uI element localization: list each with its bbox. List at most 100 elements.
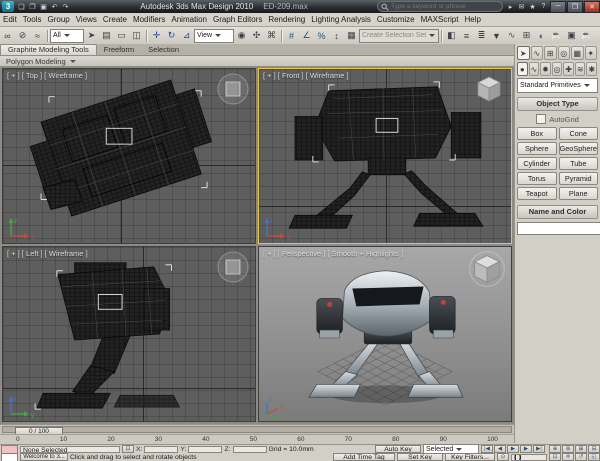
viewport-front[interactable]: xz [ + ] [ Front ] [ Wireframe ] <box>258 68 512 244</box>
window-crossing-icon[interactable]: ◫ <box>129 29 144 43</box>
time-slider-track[interactable]: 0 / 100 <box>2 426 512 433</box>
selection-lock-icon[interactable]: ⊡ <box>122 445 134 453</box>
unlink-selection-icon[interactable]: ⊘ <box>15 29 30 43</box>
viewport-label[interactable]: [ + ] [ Perspective ] [ Smooth + Highlig… <box>263 249 403 258</box>
geometry-category-icon[interactable]: ● <box>517 62 528 76</box>
viewcube[interactable] <box>468 250 506 288</box>
menu-item[interactable]: Help <box>461 13 483 26</box>
play-animation-icon[interactable]: ▶ <box>507 445 519 453</box>
new-scene-icon[interactable]: ❏ <box>16 1 27 12</box>
next-frame-icon[interactable]: ▶ <box>520 445 532 453</box>
restore-button[interactable]: ❐ <box>567 1 583 13</box>
ribbon-panel-strip[interactable]: Polygon Modeling <box>0 56 514 66</box>
primitive-button[interactable]: Teapot <box>517 187 557 200</box>
zoom-region-icon[interactable]: ⊡ <box>549 453 561 461</box>
keyboard-override-icon[interactable]: ⌘ <box>264 29 279 43</box>
primitive-button[interactable]: Cylinder <box>517 157 557 170</box>
render-production-icon[interactable]: ☕ <box>579 29 594 43</box>
auto-key-button[interactable]: Auto Key <box>375 445 421 453</box>
zoom-icon[interactable]: ⊕ <box>549 445 561 453</box>
menu-item[interactable]: Views <box>73 13 100 26</box>
add-time-tag-button[interactable]: Add Time Tag <box>333 453 395 461</box>
space-warps-category-icon[interactable]: ≋ <box>575 62 586 76</box>
menu-item[interactable]: Group <box>44 13 72 26</box>
maximize-viewport-toggle-icon[interactable]: ◱ <box>588 453 600 461</box>
curve-editor-icon[interactable]: ∿ <box>504 29 519 43</box>
viewcube[interactable] <box>472 72 506 106</box>
communication-center-icon[interactable]: ✉ <box>516 1 527 12</box>
menu-item[interactable]: Lighting Analysis <box>308 13 374 26</box>
create-tab-icon[interactable]: ➤ <box>517 46 530 60</box>
zoom-all-icon[interactable]: ⊛ <box>562 445 574 453</box>
undo-icon[interactable]: ↶ <box>49 1 60 12</box>
systems-category-icon[interactable]: ✱ <box>586 62 597 76</box>
menu-item[interactable]: Graph Editors <box>210 13 265 26</box>
menu-item[interactable]: MAXScript <box>418 13 462 26</box>
align-icon[interactable]: ≡ <box>459 29 474 43</box>
menu-item[interactable]: Rendering <box>265 13 308 26</box>
current-frame-field[interactable] <box>511 454 547 461</box>
viewcube[interactable] <box>216 250 250 284</box>
save-file-icon[interactable]: ▣ <box>38 1 49 12</box>
lights-category-icon[interactable]: ✹ <box>540 62 551 76</box>
select-object-icon[interactable]: ➤ <box>84 29 99 43</box>
open-file-icon[interactable]: ❐ <box>27 1 38 12</box>
ribbon-tab[interactable]: Freeform <box>97 45 141 55</box>
graphite-ribbon-toggle-icon[interactable]: ▼ <box>489 29 504 43</box>
key-mode-toggle-icon[interactable]: ⊙ <box>497 453 509 461</box>
autogrid-checkbox[interactable] <box>536 114 546 124</box>
search-input[interactable] <box>389 2 499 11</box>
select-and-move-icon[interactable]: ✛ <box>149 29 164 43</box>
x-coordinate-field[interactable] <box>144 446 178 453</box>
track-bar[interactable]: 0102030405060708090100 <box>0 434 514 444</box>
viewport-label[interactable]: [ + ] [ Left ] [ Wireframe ] <box>7 249 88 258</box>
z-coordinate-field[interactable] <box>233 446 267 453</box>
menu-item[interactable]: Create <box>100 13 130 26</box>
reference-coordinate-dropdown[interactable]: View <box>194 29 234 43</box>
ribbon-tab[interactable]: Graphite Modeling Tools <box>0 44 97 55</box>
select-and-link-icon[interactable]: ∞ <box>0 29 15 43</box>
viewport-top[interactable]: xy [ + ] [ Top ] [ Wireframe ] <box>2 68 256 244</box>
viewport-label[interactable]: [ + ] [ Top ] [ Wireframe ] <box>7 71 87 80</box>
selection-filter-dropdown[interactable]: All <box>50 29 84 43</box>
layer-manager-icon[interactable]: ≣ <box>474 29 489 43</box>
primitive-button[interactable]: Cone <box>559 127 599 140</box>
pan-icon[interactable]: ✛ <box>562 453 574 461</box>
mirror-icon[interactable]: ◧ <box>444 29 459 43</box>
polygon-modeling-panel-label[interactable]: Polygon Modeling <box>6 57 66 66</box>
primitive-button[interactable]: Tube <box>559 157 599 170</box>
select-and-manipulate-icon[interactable]: ✣ <box>249 29 264 43</box>
select-and-scale-icon[interactable]: ⊿ <box>179 29 194 43</box>
primitive-button[interactable]: GeoSphere <box>559 142 599 155</box>
modify-tab-icon[interactable]: ∿ <box>531 46 544 60</box>
select-and-rotate-icon[interactable]: ↻ <box>164 29 179 43</box>
search-go-icon[interactable]: ▸ <box>505 1 516 12</box>
primitive-button[interactable]: Box <box>517 127 557 140</box>
name-color-rollout-header[interactable]: Name and Color <box>517 205 598 219</box>
render-setup-icon[interactable]: ☕ <box>549 29 564 43</box>
create-selection-set-dropdown[interactable]: Create Selection Set <box>359 29 439 43</box>
orbit-icon[interactable]: ↺ <box>575 453 587 461</box>
rectangular-selection-region-icon[interactable]: ▭ <box>114 29 129 43</box>
go-to-end-icon[interactable]: ▶| <box>533 445 545 453</box>
viewcube[interactable] <box>216 72 250 106</box>
cameras-category-icon[interactable]: ◎ <box>552 62 563 76</box>
shapes-category-icon[interactable]: ∿ <box>529 62 540 76</box>
primitive-button[interactable]: Pyramid <box>559 172 599 185</box>
rendered-frame-window-icon[interactable]: ▣ <box>564 29 579 43</box>
primitive-button[interactable]: Plane <box>559 187 599 200</box>
primitive-button[interactable]: Torus <box>517 172 557 185</box>
previous-frame-icon[interactable]: ◀ <box>494 445 506 453</box>
go-to-start-icon[interactable]: |◀ <box>481 445 493 453</box>
menu-item[interactable]: Animation <box>168 13 210 26</box>
motion-tab-icon[interactable]: ◎ <box>558 46 571 60</box>
menu-item[interactable]: Customize <box>374 13 418 26</box>
menu-item[interactable]: Modifiers <box>130 13 168 26</box>
zoom-extents-icon[interactable]: ⊞ <box>575 445 587 453</box>
set-key-button[interactable]: Set Key <box>397 453 443 461</box>
display-tab-icon[interactable]: ▦ <box>571 46 584 60</box>
viewport-left[interactable]: yz [ + ] [ Left ] [ Wireframe ] <box>2 246 256 422</box>
object-type-rollout-header[interactable]: Object Type <box>517 97 598 111</box>
viewport-perspective[interactable]: xyz [ + ] [ Perspective ] [ Smooth + Hig… <box>258 246 512 422</box>
spinner-snap-icon[interactable]: ↕ <box>329 29 344 43</box>
